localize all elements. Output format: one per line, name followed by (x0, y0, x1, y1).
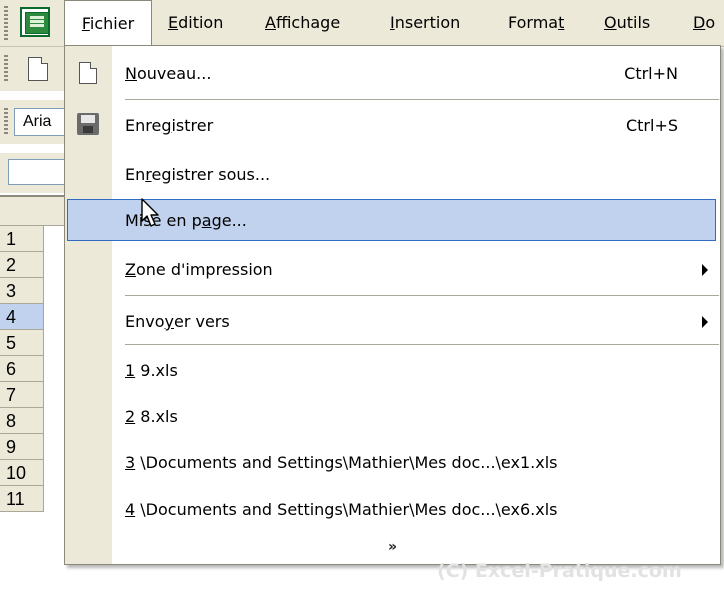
menu-fichier[interactable]: Fichier (64, 0, 152, 46)
menu-edition[interactable]: Edition (168, 0, 223, 46)
menu-item-label: Enregistrer (125, 116, 214, 135)
toolbar-grip[interactable] (4, 55, 8, 83)
spreadsheet-grid: 1 2 3 4 5 6 7 8 9 10 11 (0, 195, 64, 605)
row-header[interactable]: 3 (0, 278, 44, 304)
menu-item-label: 2 8.xls (125, 407, 178, 426)
excel-sheet-glyph (25, 12, 49, 34)
mouse-cursor-icon (141, 198, 159, 227)
menu-separator (125, 295, 719, 296)
menu-affichage[interactable]: Affichage (265, 0, 340, 46)
row-header[interactable]: 4 (0, 304, 44, 330)
menu-item-zone-d-impression[interactable]: Zone d'impression (65, 246, 720, 294)
menu-item-3-documents-and-settings-mathier-mes-doc-ex1-xls[interactable]: 3 \Documents and Settings\Mathier\Mes do… (65, 439, 720, 487)
menu-item-label: Zone d'impression (125, 260, 273, 279)
menu-item-label: 1 9.xls (125, 361, 178, 380)
menu-item-label: 4 \Documents and Settings\Mathier\Mes do… (125, 500, 558, 519)
menu-item-shortcut: Ctrl+S (625, 116, 678, 135)
menu-item-1-9-xls[interactable]: 1 9.xls (65, 347, 720, 395)
menu-item-label: Envoyer vers (125, 312, 230, 331)
menu-insertion[interactable]: Insertion (390, 0, 460, 46)
menu-item-enregistrer-sous[interactable]: Enregistrer sous... (65, 151, 720, 199)
row-header[interactable]: 7 (0, 382, 44, 408)
menu-item-2-8-xls[interactable]: 2 8.xls (65, 393, 720, 441)
menubar-grip[interactable] (4, 6, 8, 40)
standard-toolbar (0, 47, 64, 91)
select-all-corner[interactable] (0, 197, 64, 226)
row-header[interactable]: 10 (0, 460, 44, 486)
row-header[interactable]: 2 (0, 252, 44, 278)
menu-item-nouveau[interactable]: Nouveau... Ctrl+N (65, 50, 720, 98)
menu-separator (125, 344, 719, 345)
menu-item-envoyer-vers[interactable]: Envoyer vers (65, 298, 720, 346)
menu-item-label: Nouveau... (125, 64, 212, 83)
menu-item-shortcut: Ctrl+N (624, 64, 678, 83)
row-header[interactable]: 1 (0, 226, 44, 252)
formatting-toolbar: Aria (0, 100, 64, 144)
excel-app-icon[interactable] (20, 7, 50, 37)
menu-item-4-documents-and-settings-mathier-mes-doc-ex6-xls[interactable]: 4 \Documents and Settings\Mathier\Mes do… (65, 486, 720, 534)
double-chevron-down-icon[interactable]: » (65, 534, 720, 560)
menu-item-label: 3 \Documents and Settings\Mathier\Mes do… (125, 453, 558, 472)
menu-separator (125, 99, 719, 100)
name-box[interactable] (8, 159, 64, 185)
formula-bar (0, 153, 64, 193)
menu-item-mise-en-page[interactable]: Mise en page... (65, 197, 720, 245)
font-name-box[interactable]: Aria (14, 108, 64, 136)
menu-item-enregistrer[interactable]: Enregistrer Ctrl+S (65, 102, 720, 150)
file-menu-dropdown: Nouveau... Ctrl+N Enregistrer Ctrl+S Enregis… (64, 45, 721, 565)
row-header[interactable]: 9 (0, 434, 44, 460)
submenu-arrow-icon (702, 316, 708, 328)
menu-format[interactable]: Format (508, 0, 564, 46)
row-header[interactable]: 8 (0, 408, 44, 434)
menu-item-label: Enregistrer sous... (125, 165, 271, 184)
row-header[interactable]: 11 (0, 486, 44, 512)
menu-do[interactable]: Do (693, 0, 715, 46)
menu-bar: Fichier Edition Affichage Insertion Format Ou… (0, 0, 724, 47)
new-document-icon (79, 62, 97, 84)
watermark: (C) Excel-Pratique.com (437, 560, 682, 582)
row-header[interactable]: 5 (0, 330, 44, 356)
toolbar-grip[interactable] (4, 108, 8, 136)
submenu-arrow-icon (702, 264, 708, 276)
row-header[interactable]: 6 (0, 356, 44, 382)
save-icon (77, 113, 99, 135)
menu-outils[interactable]: Outils (604, 0, 650, 46)
new-document-icon[interactable] (28, 57, 48, 81)
